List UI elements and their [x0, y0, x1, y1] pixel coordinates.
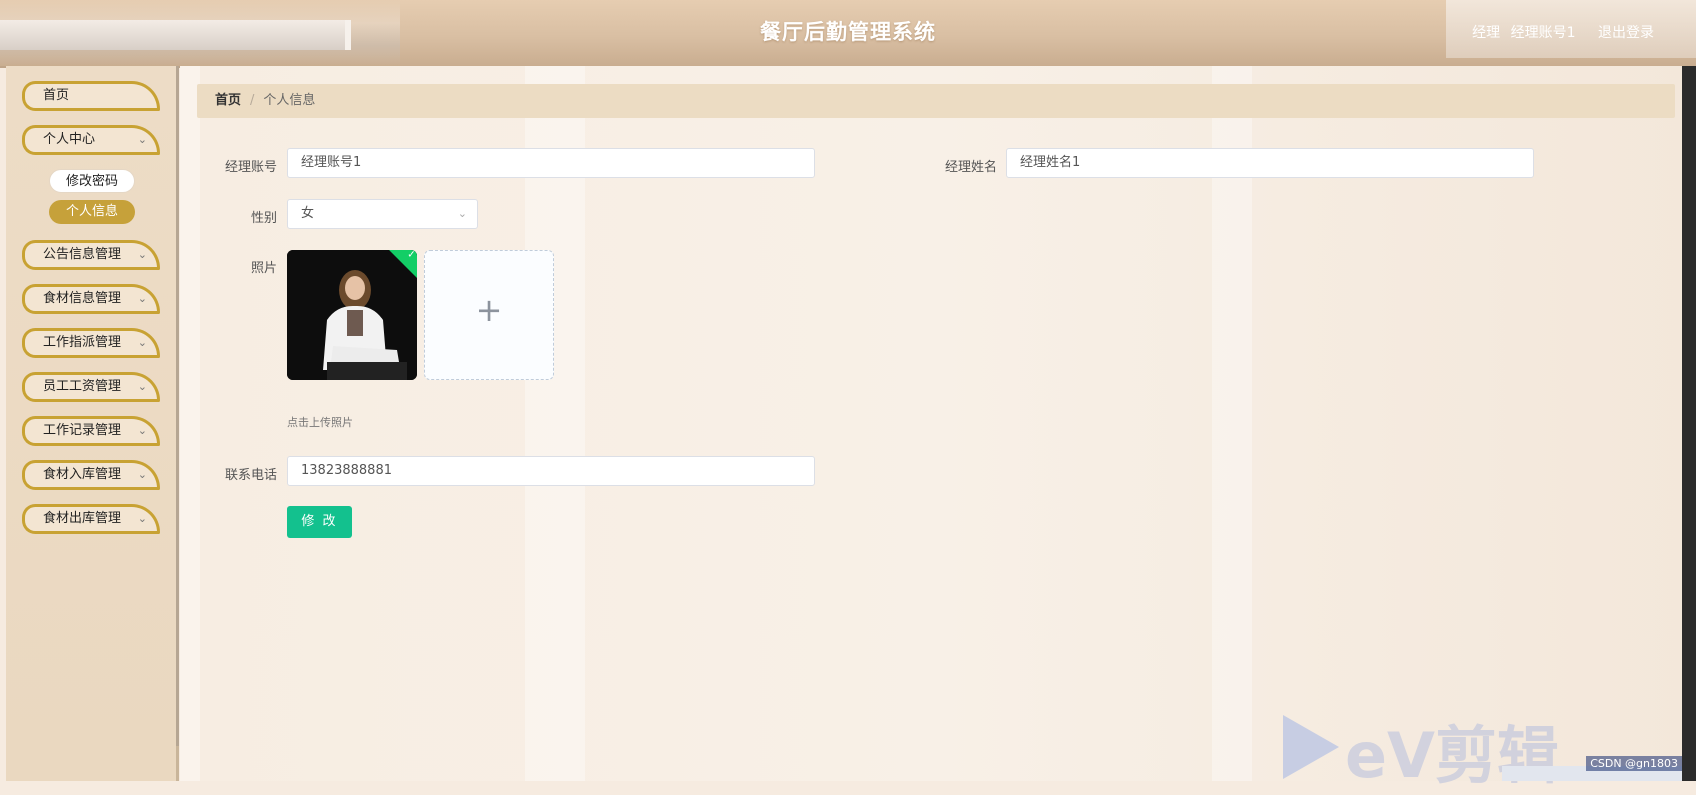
- watermark-play-icon: [1283, 715, 1339, 779]
- name-label: 经理姓名: [944, 160, 997, 175]
- chevron-down-icon: ⌄: [137, 292, 147, 305]
- account-field[interactable]: 经理账号1: [287, 148, 815, 178]
- sidebar-item-stock-out[interactable]: 食材出库管理 ⌄: [22, 504, 160, 534]
- sidebar-item-label: 工作指派管理: [43, 335, 122, 350]
- system-title: 餐厅后勤管理系统: [760, 19, 936, 44]
- sidebar-item-work-records[interactable]: 工作记录管理 ⌄: [22, 416, 160, 446]
- user-account: 经理账号1: [1510, 25, 1576, 41]
- logout-link[interactable]: 退出登录: [1598, 25, 1654, 41]
- sidebar-item-label: 食材出库管理: [43, 511, 122, 526]
- submit-button[interactable]: 修 改: [287, 506, 352, 538]
- chevron-down-icon: ⌄: [457, 207, 467, 220]
- name-field[interactable]: 经理姓名1: [1006, 148, 1534, 178]
- photo-upload-button[interactable]: +: [424, 250, 554, 380]
- photo-image: [287, 250, 417, 380]
- video-watermark: eV剪辑: [1345, 719, 1560, 792]
- check-icon: ✓: [407, 250, 416, 261]
- sidebar-item-work-assignment[interactable]: 工作指派管理 ⌄: [22, 328, 160, 358]
- page-scrollbar[interactable]: [1682, 66, 1696, 781]
- sidebar-item-announcements[interactable]: 公告信息管理 ⌄: [22, 240, 160, 270]
- breadcrumb-home[interactable]: 首页: [215, 93, 241, 108]
- chevron-down-icon: ⌄: [137, 468, 147, 481]
- chevron-down-icon: ⌄: [137, 424, 147, 437]
- sidebar-item-ingredients[interactable]: 食材信息管理 ⌄: [22, 284, 160, 314]
- profile-photo[interactable]: ✓: [287, 250, 417, 380]
- user-role: 经理: [1472, 25, 1501, 41]
- sidebar-item-salary[interactable]: 员工工资管理 ⌄: [22, 372, 160, 402]
- sidebar-item-label: 公告信息管理: [43, 247, 122, 262]
- plus-icon: +: [475, 291, 503, 329]
- breadcrumb: 首页 / 个人信息: [197, 84, 1675, 118]
- user-area: 经理 经理账号1 退出登录: [1466, 22, 1654, 42]
- sidebar-item-label: 首页: [43, 88, 70, 103]
- phone-label: 联系电话: [224, 468, 277, 483]
- breadcrumb-current: 个人信息: [263, 93, 316, 108]
- chevron-down-icon: ⌄: [137, 380, 147, 393]
- gender-value: 女: [301, 206, 315, 221]
- account-label: 经理账号: [224, 160, 277, 175]
- sidebar-item-personal-center[interactable]: 个人中心 ⌄: [22, 125, 160, 155]
- sidebar-item-label: 工作记录管理: [43, 423, 122, 438]
- background-pillar: [180, 66, 200, 781]
- sidebar-item-home[interactable]: 首页: [22, 81, 160, 111]
- chevron-down-icon: ⌄: [137, 512, 147, 525]
- sidebar-scrollbar[interactable]: [176, 66, 179, 746]
- breadcrumb-separator: /: [250, 93, 255, 108]
- chevron-down-icon: ⌄: [137, 248, 147, 261]
- sidebar-item-label: 个人中心: [43, 132, 96, 147]
- gender-select[interactable]: 女 ⌄: [287, 199, 478, 229]
- photo-upload-hint: 点击上传照片: [287, 416, 353, 429]
- phone-field[interactable]: 13823888881: [287, 456, 815, 486]
- sidebar-item-label: 员工工资管理: [43, 379, 122, 394]
- top-header: 餐厅后勤管理系统 经理 经理账号1 退出登录: [0, 0, 1696, 68]
- csdn-watermark: CSDN @gn1803: [1586, 756, 1682, 771]
- submenu-change-password[interactable]: 修改密码: [49, 169, 135, 193]
- sidebar-item-label: 食材信息管理: [43, 291, 122, 306]
- sidebar-item-stock-in[interactable]: 食材入库管理 ⌄: [22, 460, 160, 490]
- gender-label: 性别: [250, 211, 277, 226]
- chevron-down-icon: ⌄: [137, 133, 147, 146]
- photo-label: 照片: [250, 261, 277, 276]
- sidebar-item-label: 食材入库管理: [43, 467, 122, 482]
- chevron-down-icon: ⌄: [137, 336, 147, 349]
- submenu-personal-info[interactable]: 个人信息: [49, 200, 135, 224]
